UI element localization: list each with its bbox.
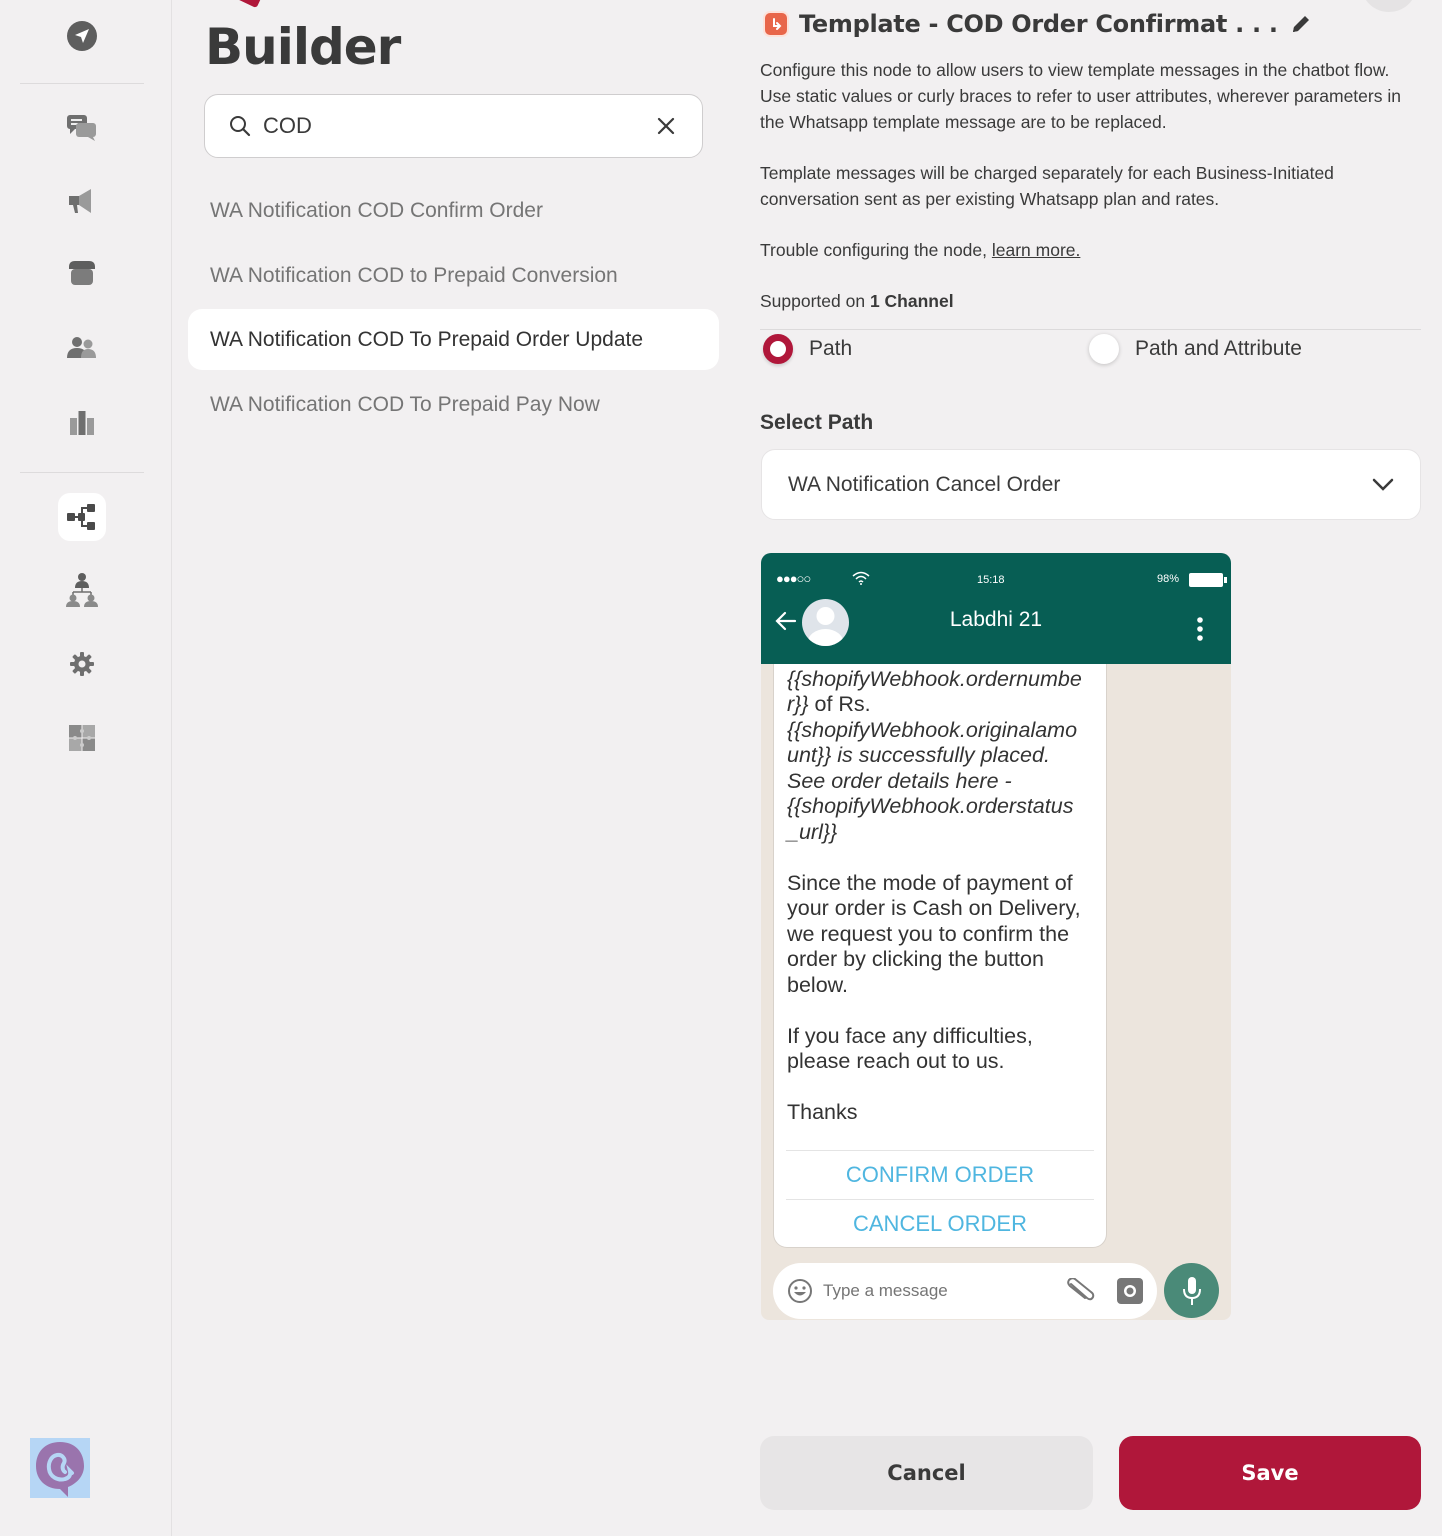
nav-item-store[interactable] [58, 250, 106, 298]
radio-button-selected[interactable] [763, 334, 793, 364]
result-label: WA Notification COD To Prepaid Order Upd… [210, 327, 644, 351]
divider [760, 329, 1421, 330]
nav-item-chats[interactable] [58, 104, 106, 152]
confirm-order-button[interactable]: CONFIRM ORDER [786, 1150, 1094, 1198]
chat-header: ●●●○○ 15:18 98% Labdhi 21 [761, 553, 1231, 664]
result-label: WA Notification COD to Prepaid Conversio… [210, 263, 618, 287]
page-title: Builder [205, 18, 401, 76]
nav-item-team[interactable] [58, 566, 106, 614]
cancel-order-button[interactable]: CANCEL ORDER [786, 1199, 1094, 1247]
microphone-icon [1182, 1276, 1201, 1305]
message-static: of Rs. [808, 692, 871, 716]
megaphone-icon [69, 189, 91, 213]
status-time: 15:18 [977, 574, 1005, 586]
more-options-icon[interactable] [1197, 617, 1203, 641]
chevron-down-icon [1372, 478, 1394, 491]
supported-channels: Supported on 1 Channel [760, 288, 1420, 314]
nav-rail [0, 0, 172, 1536]
cancel-button[interactable]: Cancel [760, 1436, 1093, 1510]
learn-more-link[interactable]: learn more. [992, 240, 1081, 260]
nav-item-send[interactable] [58, 12, 106, 60]
send-icon [67, 21, 97, 51]
node-description: Configure this node to allow users to vi… [760, 60, 1401, 132]
integrations-icon [69, 725, 95, 751]
search-result-item[interactable]: WA Notification COD Confirm Order [188, 180, 719, 241]
message-input[interactable] [823, 1281, 1065, 1301]
template-node-icon [763, 11, 789, 37]
signal-indicator: ●●●○○ [776, 571, 811, 586]
brand-logo[interactable] [30, 1438, 90, 1498]
battery-percent: 98% [1157, 573, 1180, 585]
channel-count: 1 Channel [869, 291, 954, 311]
radio-button[interactable] [1089, 334, 1119, 364]
radio-path-and-attribute[interactable]: Path and Attribute [1089, 334, 1302, 364]
flow-builder-icon [67, 504, 95, 530]
message-variable: {{shopifyWebhook.originalamo unt}} is su… [787, 717, 1078, 844]
help-prefix: Trouble configuring the node, [760, 240, 992, 260]
contact-name: Labdhi 21 [949, 608, 1043, 631]
select-path-label: Select Path [760, 411, 874, 434]
selected-path-value: WA Notification Cancel Order [788, 472, 1061, 496]
close-icon [657, 117, 675, 135]
pencil-icon [1292, 16, 1309, 32]
help-text: Trouble configuring the node, learn more… [760, 237, 1420, 263]
close-panel-button[interactable] [1362, 0, 1416, 12]
battery-icon [1189, 573, 1227, 587]
settings-icon [70, 652, 94, 676]
paperclip-icon[interactable] [1065, 1278, 1095, 1304]
message-bubble: Your order # {{shopifyWebhook.ordernumbe… [773, 653, 1107, 1248]
wifi-icon [852, 571, 870, 585]
store-icon [69, 261, 95, 285]
search-icon [230, 116, 251, 137]
brand-mark [236, 0, 262, 9]
result-label: WA Notification COD To Prepaid Pay Now [210, 392, 600, 416]
search-result-item-selected[interactable]: WA Notification COD To Prepaid Order Upd… [188, 309, 719, 370]
users-icon [67, 337, 96, 358]
status-bar: ●●●○○ 15:18 98% [776, 571, 1227, 589]
nav-item-integrations[interactable] [58, 714, 106, 762]
team-hierarchy-icon [66, 573, 98, 607]
emoji-icon[interactable] [787, 1278, 813, 1304]
chat-icon [67, 115, 96, 141]
radio-label: Path and Attribute [1135, 337, 1302, 360]
billing-note: Template messages will be charged separa… [760, 163, 1334, 209]
camera-icon[interactable] [1117, 1278, 1143, 1304]
nav-item-settings[interactable] [58, 640, 106, 688]
supported-prefix: Supported on [760, 291, 870, 311]
radio-path[interactable]: Path [763, 334, 852, 364]
search-result-item[interactable]: WA Notification COD To Prepaid Pay Now [188, 374, 719, 435]
whatsapp-preview: Your order # {{shopifyWebhook.ordernumbe… [761, 553, 1231, 1320]
message-body: Since the mode of payment of your order … [787, 870, 1081, 1125]
nav-item-contacts[interactable] [58, 324, 106, 372]
save-button[interactable]: Save [1119, 1436, 1421, 1510]
message-composer[interactable] [773, 1263, 1157, 1319]
select-path-dropdown[interactable]: WA Notification Cancel Order [761, 449, 1421, 520]
clear-search-button[interactable] [654, 114, 678, 138]
nav-divider [20, 472, 144, 473]
search-input[interactable] [263, 113, 654, 139]
node-header: Template - COD Order Confirmat . . . [763, 10, 1312, 38]
node-title: Template - COD Order Confirmat . . . [799, 10, 1278, 38]
voice-message-button[interactable] [1164, 1263, 1219, 1318]
edit-title-button[interactable] [1290, 13, 1312, 35]
nav-item-analytics[interactable] [58, 398, 106, 446]
analytics-icon [70, 411, 94, 435]
nav-divider [20, 83, 144, 84]
result-label: WA Notification COD Confirm Order [210, 198, 543, 222]
nav-item-campaigns[interactable] [58, 177, 106, 225]
message-text: Your order # {{shopifyWebhook.ordernumbe… [787, 653, 1099, 1126]
nav-item-flow-builder[interactable] [58, 493, 106, 541]
search-result-item[interactable]: WA Notification COD to Prepaid Conversio… [188, 245, 719, 306]
search-box[interactable] [204, 94, 703, 158]
radio-label: Path [809, 337, 853, 360]
chat-brand-logo-icon [36, 1442, 84, 1497]
